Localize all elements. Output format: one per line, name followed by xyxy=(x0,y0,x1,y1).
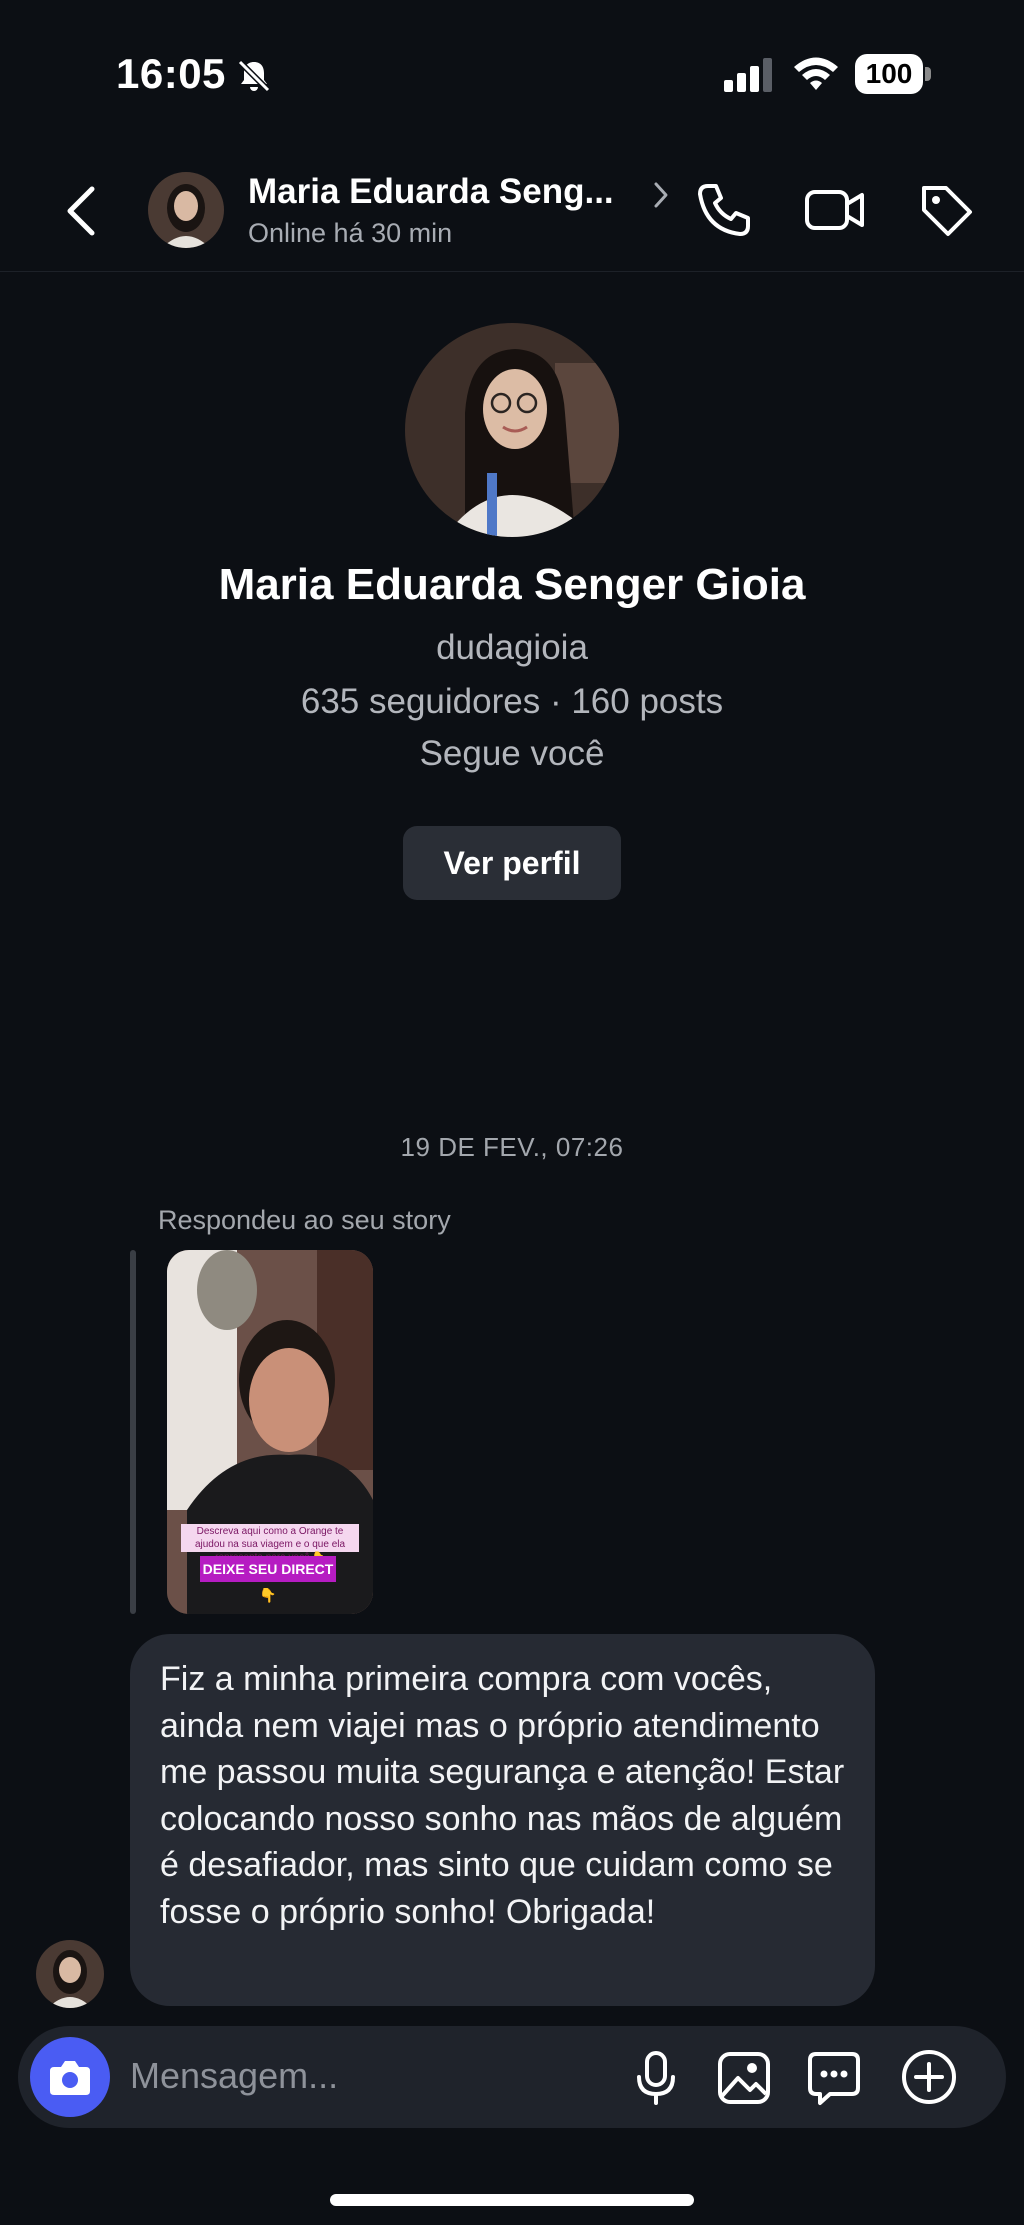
wifi-icon xyxy=(794,57,838,90)
status-time: 16:05 xyxy=(116,50,226,97)
header-avatar[interactable] xyxy=(148,172,224,248)
profile-stats: 635 seguidores · 160 posts xyxy=(300,682,724,721)
view-profile-button[interactable]: Ver perfil xyxy=(403,826,621,900)
battery-level: 100 xyxy=(855,54,923,94)
header-contact-name[interactable]: Maria Eduarda Seng... xyxy=(248,172,614,212)
story-sticker: DEIXE SEU DIRECT 👇 xyxy=(200,1556,336,1603)
profile-full-name: Maria Eduarda Senger Gioia xyxy=(218,560,806,609)
story-reply-label: Respondeu ao seu story xyxy=(158,1205,451,1235)
chevron-right-icon[interactable] xyxy=(652,180,670,210)
gallery-icon[interactable] xyxy=(716,2050,772,2106)
signal-icon xyxy=(724,58,772,92)
microphone-icon[interactable] xyxy=(630,2050,682,2106)
chat-header: Maria Eduarda Seng... Online há 30 min xyxy=(0,150,1024,272)
header-online-status: Online há 30 min xyxy=(248,218,453,248)
message-sender-avatar[interactable] xyxy=(36,1940,104,2008)
profile-username: dudagioia xyxy=(436,628,588,667)
date-divider: 19 DE FEV., 07:26 xyxy=(400,1132,624,1162)
status-bar: 16:05 100 xyxy=(0,0,1024,150)
battery-indicator: 100 xyxy=(855,54,931,94)
camera-icon xyxy=(50,2061,90,2095)
chat-screen: 16:05 100 Maria Eduarda Seng... Online h… xyxy=(0,0,1024,2225)
home-indicator[interactable] xyxy=(330,2194,694,2206)
camera-button[interactable] xyxy=(30,2037,110,2117)
phone-icon[interactable] xyxy=(694,180,754,240)
back-icon[interactable] xyxy=(60,183,106,239)
story-thumbnail[interactable]: Descreva aqui como a Orange te ajudou na… xyxy=(167,1250,373,1614)
reply-indicator-bar xyxy=(130,1250,136,1614)
profile-follow-status: Segue você xyxy=(419,734,605,773)
video-icon[interactable] xyxy=(804,182,866,238)
plus-icon[interactable] xyxy=(900,2048,958,2106)
battery-tip xyxy=(925,67,931,81)
message-composer xyxy=(18,2026,1006,2128)
message-text: Fiz a minha primeira compra com vocês, a… xyxy=(160,1660,845,1931)
bell-off-icon xyxy=(237,59,271,93)
incoming-message-bubble[interactable]: Fiz a minha primeira compra com vocês, a… xyxy=(130,1634,875,2006)
message-input[interactable] xyxy=(130,2046,610,2106)
tag-icon[interactable] xyxy=(916,180,976,240)
sticker-icon[interactable] xyxy=(806,2050,862,2106)
profile-avatar[interactable] xyxy=(405,323,619,537)
story-caption: Descreva aqui como a Orange te ajudou na… xyxy=(181,1524,359,1563)
